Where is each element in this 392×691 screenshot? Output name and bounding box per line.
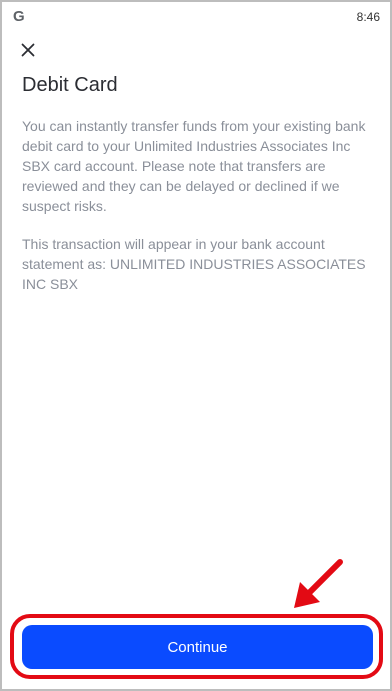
google-logo-icon: G <box>13 8 25 25</box>
continue-button[interactable]: Continue <box>22 625 373 669</box>
description: You can instantly transfer funds from yo… <box>22 116 368 294</box>
close-button[interactable] <box>16 38 40 62</box>
transfer-info-text: You can instantly transfer funds from yo… <box>22 118 366 214</box>
page-title: Debit Card <box>22 74 118 96</box>
close-icon <box>21 43 35 57</box>
status-bar: G 8:46 <box>2 2 390 32</box>
status-time: 8:46 <box>356 10 380 24</box>
app-screen: G 8:46 Debit Card You can instantly tran… <box>0 0 392 691</box>
arrow-icon <box>294 559 343 608</box>
statement-info-text: This transaction will appear in your ban… <box>22 236 366 292</box>
